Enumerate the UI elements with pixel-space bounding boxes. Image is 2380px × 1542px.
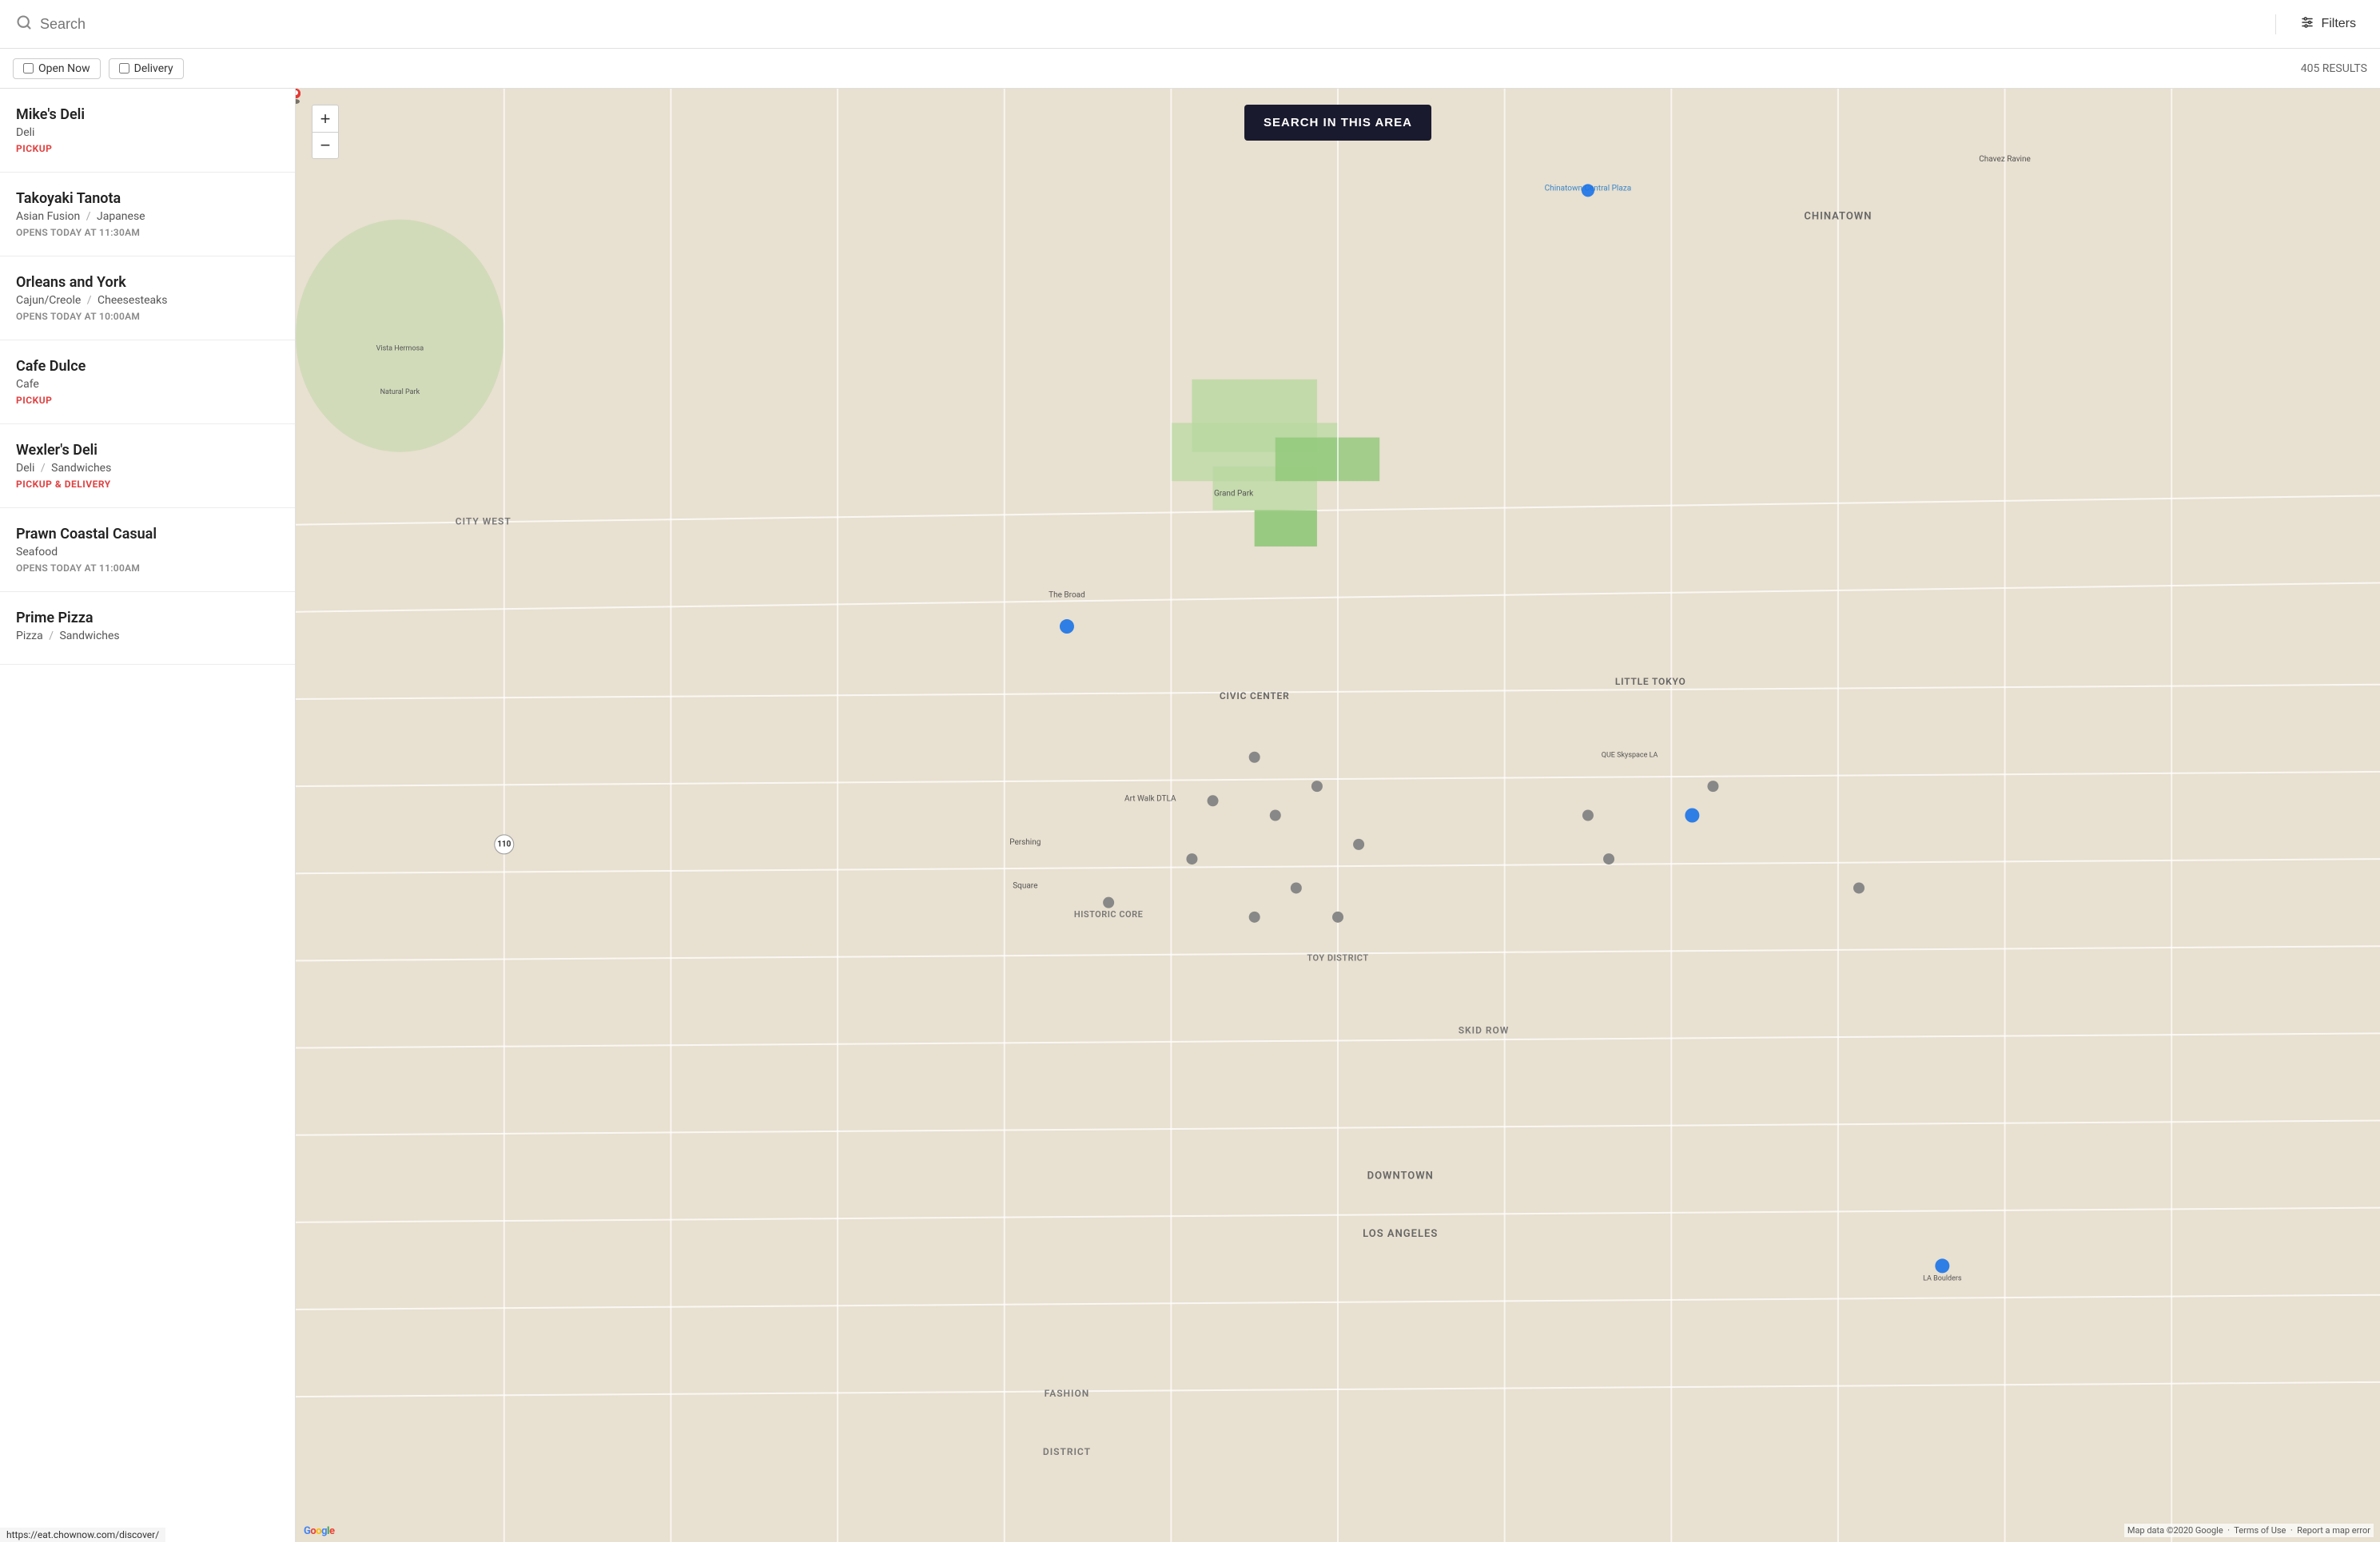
header: Filters xyxy=(0,0,2380,49)
svg-text:CHINATOWN: CHINATOWN xyxy=(1804,211,1872,223)
svg-text:Vista Hermosa: Vista Hermosa xyxy=(376,344,424,352)
restaurant-cuisine: Deli xyxy=(16,126,279,139)
svg-text:Square: Square xyxy=(1013,881,1037,890)
open-now-filter[interactable]: Open Now xyxy=(13,58,101,79)
search-in-area-button[interactable]: SEARCH IN THIS AREA xyxy=(1244,105,1431,141)
svg-text:Grand Park: Grand Park xyxy=(1214,489,1254,498)
restaurant-name: Orleans and York xyxy=(16,274,279,291)
filters-button[interactable]: Filters xyxy=(2276,0,2380,48)
map-background: 110 CHINATOWN CITY WEST Grand Park The B… xyxy=(296,89,2380,1542)
open-now-checkbox[interactable] xyxy=(23,63,34,74)
restaurant-tag: OPENS TODAY AT 10:00AM xyxy=(16,311,279,322)
filters-icon xyxy=(2300,15,2314,34)
status-url: https://eat.chownow.com/discover/ xyxy=(6,1529,159,1540)
svg-text:DISTRICT: DISTRICT xyxy=(1043,1446,1091,1457)
google-logo: Google xyxy=(304,1525,334,1537)
svg-text:TOY DISTRICT: TOY DISTRICT xyxy=(1307,952,1368,963)
svg-text:SKID ROW: SKID ROW xyxy=(1459,1024,1510,1035)
zoom-in-button[interactable]: + xyxy=(312,105,339,132)
svg-text:Art Walk DTLA: Art Walk DTLA xyxy=(1124,794,1176,803)
filter-bar: Open Now Delivery 405 RESULTS xyxy=(0,49,2380,89)
restaurant-list: Mike's Deli Deli PICKUP Takoyaki Tanota Asia… xyxy=(0,89,296,1542)
restaurant-name: Prawn Coastal Casual xyxy=(16,526,279,542)
svg-text:The Broad: The Broad xyxy=(1049,591,1085,600)
restaurant-cuisine: Cajun/Creole / Cheesesteaks xyxy=(16,294,279,307)
restaurant-cuisine: Deli / Sandwiches xyxy=(16,462,279,475)
search-input[interactable] xyxy=(40,16,2259,33)
svg-text:CIVIC CENTER: CIVIC CENTER xyxy=(1220,690,1290,701)
restaurant-item[interactable]: Prawn Coastal Casual Seafood OPENS TODAY A… xyxy=(0,508,295,592)
svg-text:QUE Skyspace LA: QUE Skyspace LA xyxy=(1602,752,1658,760)
search-bar[interactable] xyxy=(0,14,2276,34)
svg-text:LITTLE TOKYO: LITTLE TOKYO xyxy=(1615,676,1686,687)
svg-text:Pershing: Pershing xyxy=(1009,838,1041,847)
restaurant-tag: PICKUP xyxy=(16,395,279,406)
restaurant-name: Takoyaki Tanota xyxy=(16,190,279,207)
zoom-out-button[interactable]: − xyxy=(312,132,339,159)
status-bar: https://eat.chownow.com/discover/ xyxy=(0,1528,165,1542)
restaurant-item[interactable]: Wexler's Deli Deli / Sandwiches PICKUP & D… xyxy=(0,424,295,508)
map-area[interactable]: 110 CHINATOWN CITY WEST Grand Park The B… xyxy=(296,89,2380,1542)
restaurant-name: Wexler's Deli xyxy=(16,442,279,459)
zoom-controls: + − xyxy=(312,105,339,159)
map-attribution: Map data ©2020 Google · Terms of Use · R… xyxy=(2124,1524,2374,1537)
report-link[interactable]: Report a map error xyxy=(2297,1525,2370,1536)
search-icon xyxy=(16,14,32,34)
restaurant-cuisine: Seafood xyxy=(16,546,279,558)
svg-text:HISTORIC CORE: HISTORIC CORE xyxy=(1074,909,1143,920)
svg-text:DOWNTOWN: DOWNTOWN xyxy=(1367,1170,1434,1182)
restaurant-cuisine: Asian Fusion / Japanese xyxy=(16,210,279,223)
restaurant-name: Mike's Deli xyxy=(16,106,279,123)
restaurant-tag: OPENS TODAY AT 11:00AM xyxy=(16,562,279,574)
filters-label: Filters xyxy=(2321,17,2356,31)
restaurant-item[interactable]: Takoyaki Tanota Asian Fusion / Japanese OP… xyxy=(0,173,295,256)
restaurant-cuisine: Pizza / Sandwiches xyxy=(16,630,279,642)
svg-text:Chavez Ravine: Chavez Ravine xyxy=(1979,155,2031,164)
delivery-checkbox[interactable] xyxy=(119,63,129,74)
restaurant-name: Prime Pizza xyxy=(16,610,279,626)
restaurant-tag: PICKUP xyxy=(16,143,279,154)
svg-text:Natural Park: Natural Park xyxy=(380,388,420,396)
main-content: Mike's Deli Deli PICKUP Takoyaki Tanota Asia… xyxy=(0,89,2380,1542)
svg-text:LA Boulders: LA Boulders xyxy=(1923,1275,1962,1283)
terms-link[interactable]: Terms of Use xyxy=(2234,1525,2286,1536)
restaurant-name: Cafe Dulce xyxy=(16,358,279,375)
open-now-label: Open Now xyxy=(38,62,90,75)
restaurant-tag: OPENS TODAY AT 11:30AM xyxy=(16,227,279,238)
restaurant-cuisine: Cafe xyxy=(16,378,279,391)
svg-text:110: 110 xyxy=(497,841,511,849)
restaurant-item[interactable]: Mike's Deli Deli PICKUP xyxy=(0,89,295,173)
delivery-filter[interactable]: Delivery xyxy=(109,58,184,79)
svg-text:CITY WEST: CITY WEST xyxy=(456,516,511,527)
svg-text:FASHION: FASHION xyxy=(1045,1388,1090,1399)
map-data-text: Map data ©2020 Google xyxy=(2127,1525,2223,1536)
svg-text:LOS ANGELES: LOS ANGELES xyxy=(1363,1228,1438,1240)
restaurant-item[interactable]: Prime Pizza Pizza / Sandwiches xyxy=(0,592,295,665)
restaurant-tag: PICKUP & DELIVERY xyxy=(16,479,279,490)
results-count: 405 RESULTS xyxy=(2301,62,2367,75)
restaurant-item[interactable]: Orleans and York Cajun/Creole / Cheeseste… xyxy=(0,256,295,340)
delivery-label: Delivery xyxy=(134,62,173,75)
restaurant-item[interactable]: Cafe Dulce Cafe PICKUP xyxy=(0,340,295,424)
